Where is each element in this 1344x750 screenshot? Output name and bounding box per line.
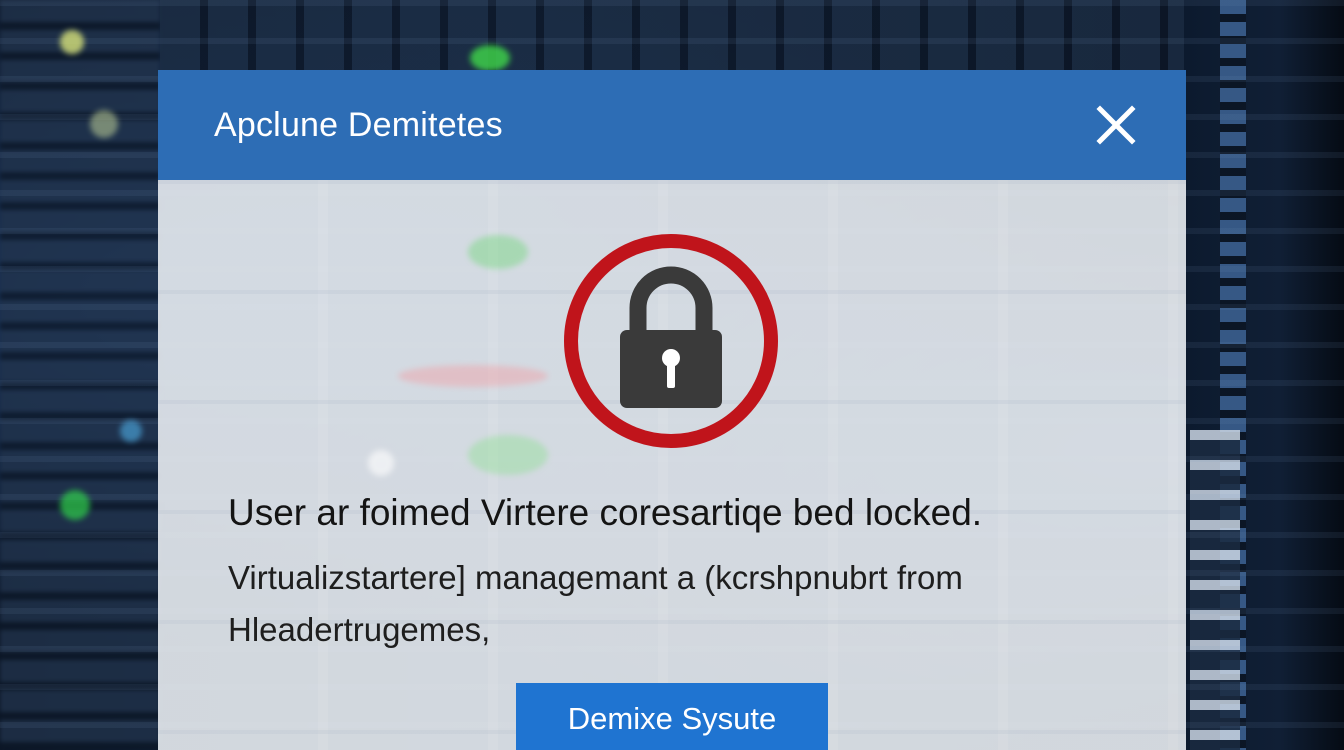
lock-icon [564,234,778,448]
status-led [468,235,528,269]
status-led [368,450,394,476]
primary-action-button[interactable]: Demixe Sysute [516,683,828,750]
status-led [60,490,90,520]
close-button[interactable] [1094,103,1138,147]
status-led [120,420,142,442]
message-line: Virtualizstartere] managemant a (kcrshpn… [228,559,963,596]
background-scene: Apclune Demitetes User ar foimed Virtere… [0,0,1344,750]
message-body: Virtualizstartere] managemant a (kcrshpn… [228,552,1128,656]
status-led [90,110,118,138]
close-icon [1096,105,1136,145]
lock-dialog: Apclune Demitetes User ar foimed Virtere… [158,70,1186,750]
status-led [60,30,84,54]
dialog-header: Apclune Demitetes [158,70,1186,180]
dialog-title: Apclune Demitetes [214,105,503,144]
dialog-body: User ar foimed Virtere coresartiqe bed l… [158,180,1186,750]
lock-badge [560,230,782,452]
message-line: Hleadertrugemes, [228,611,491,648]
status-led [398,365,548,387]
status-led [470,45,510,71]
message-heading: User ar foimed Virtere coresartiqe bed l… [228,492,983,533]
status-led [468,435,548,475]
